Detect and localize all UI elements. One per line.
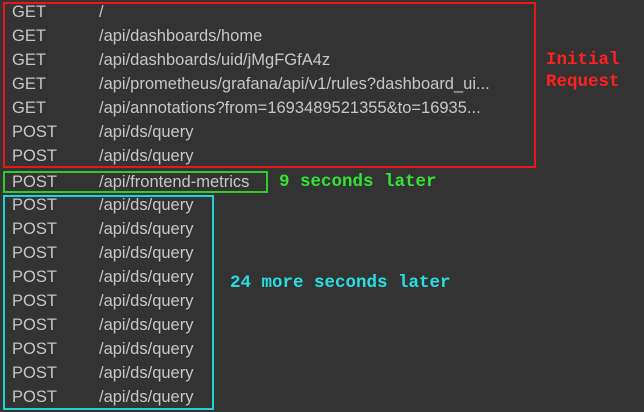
- initial-label-line1: Initial: [546, 50, 620, 70]
- nine-seconds-highlight: [3, 171, 268, 193]
- nine-seconds-label: 9 seconds later: [279, 172, 437, 192]
- initial-request-label: Initial Request: [546, 49, 620, 93]
- later-requests-highlight: [3, 195, 214, 410]
- initial-request-highlight: [3, 2, 536, 168]
- initial-label-line2: Request: [546, 72, 620, 92]
- more-seconds-label: 24 more seconds later: [230, 273, 451, 293]
